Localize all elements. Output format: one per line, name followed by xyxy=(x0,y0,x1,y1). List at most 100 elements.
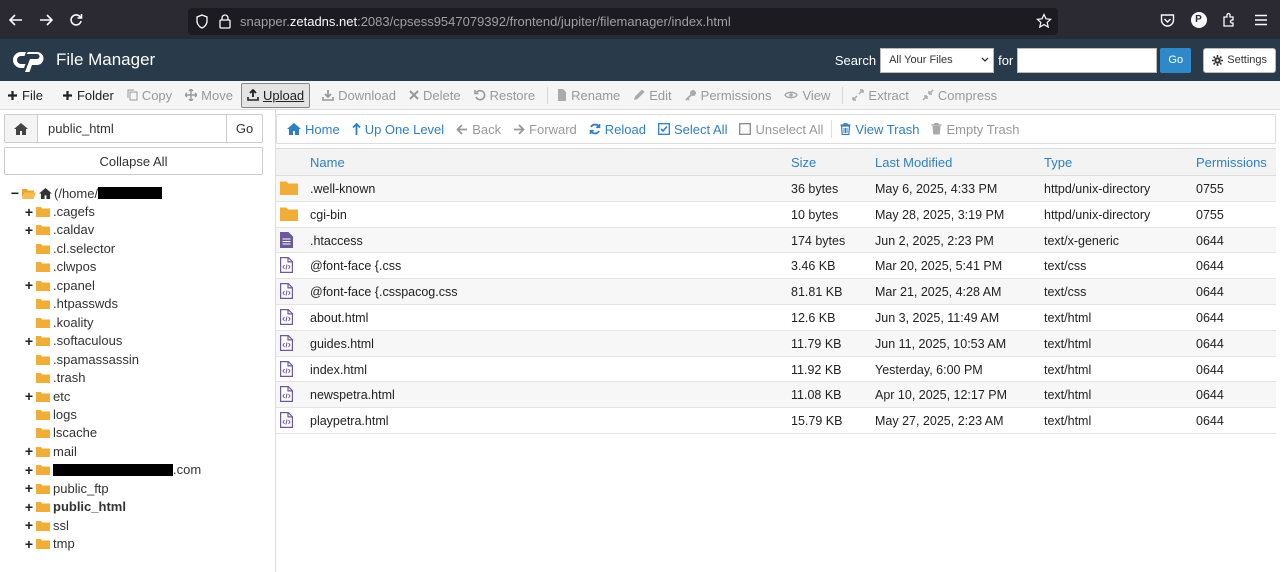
restore-button[interactable]: Restore xyxy=(469,83,541,108)
rename-button[interactable]: Rename xyxy=(552,83,625,108)
tree-item[interactable]: .clwpos xyxy=(24,258,96,276)
column-header-type[interactable]: Type xyxy=(1044,155,1072,170)
file-name[interactable]: about.html xyxy=(310,311,368,325)
collapse-all-button[interactable]: Collapse All xyxy=(4,147,263,175)
table-row[interactable]: guides.html 11.79 KB Jun 11, 2025, 10:53 A… xyxy=(276,330,1276,357)
compress-button[interactable]: Compress xyxy=(917,83,1002,108)
tree-item[interactable]: + tmp xyxy=(24,535,75,553)
new-file-button[interactable]: File xyxy=(2,83,48,108)
select-all-button[interactable]: Select All xyxy=(652,115,733,143)
view-trash-button[interactable]: View Trash xyxy=(834,115,925,143)
menu-icon[interactable] xyxy=(1245,14,1276,26)
tree-item[interactable]: + .softaculous xyxy=(24,332,122,350)
tree-item[interactable]: + .cpanel xyxy=(24,276,95,294)
expand-toggle[interactable]: + xyxy=(24,222,34,238)
table-row[interactable]: .htaccess 174 bytes Jun 2, 2025, 2:23 PM te… xyxy=(276,227,1276,254)
empty-trash-button[interactable]: Empty Trash xyxy=(925,115,1025,143)
folder-icon xyxy=(36,520,50,531)
file-name[interactable]: newspetra.html xyxy=(310,388,395,402)
view-button[interactable]: View xyxy=(779,83,835,108)
upload-button[interactable]: Upload xyxy=(240,82,311,108)
column-header-size[interactable]: Size xyxy=(791,155,816,170)
forward-button[interactable]: Forward xyxy=(507,115,583,143)
file-name[interactable]: .well-known xyxy=(310,182,375,196)
up-one-level-button[interactable]: Up One Level xyxy=(346,115,451,143)
tree-item[interactable]: + .cagefs xyxy=(24,203,95,221)
expand-toggle[interactable]: + xyxy=(24,536,34,552)
tree-item[interactable]: .spamassassin xyxy=(24,350,139,368)
file-name[interactable]: playpetra.html xyxy=(310,414,389,428)
tree-item[interactable]: + .caldav xyxy=(24,221,94,239)
expand-toggle[interactable]: + xyxy=(24,462,34,478)
path-go-button[interactable]: Go xyxy=(226,115,262,142)
forward-arrow-icon[interactable] xyxy=(36,10,56,30)
column-header-modified[interactable]: Last Modified xyxy=(875,155,952,170)
file-name[interactable]: .htaccess xyxy=(310,234,363,248)
file-name[interactable]: guides.html xyxy=(310,337,374,351)
extensions-icon[interactable] xyxy=(1214,12,1245,27)
table-row[interactable]: playpetra.html 15.79 KB May 27, 2025, 2:23… xyxy=(276,408,1276,434)
search-scope-select[interactable]: All Your Files xyxy=(880,47,995,73)
tree-item[interactable]: .trash xyxy=(24,369,86,387)
expand-toggle[interactable]: + xyxy=(24,388,34,404)
tree-item[interactable]: lscache xyxy=(24,424,97,442)
file-name[interactable]: index.html xyxy=(310,363,367,377)
search-input[interactable] xyxy=(1017,47,1158,73)
table-row[interactable]: about.html 12.6 KB Jun 3, 2025, 11:49 AM te… xyxy=(276,305,1276,331)
profile-avatar[interactable]: P xyxy=(1183,11,1214,28)
file-name[interactable]: cgi-bin xyxy=(310,208,347,222)
cpanel-logo[interactable]: File Manager xyxy=(12,48,155,72)
edit-button[interactable]: Edit xyxy=(628,83,676,108)
expand-toggle[interactable]: + xyxy=(24,443,34,459)
unselect-all-button[interactable]: Unselect All xyxy=(733,115,829,143)
settings-button[interactable]: Settings xyxy=(1203,47,1276,73)
collapse-toggle[interactable]: − xyxy=(10,185,20,201)
table-row[interactable]: @font-face {.csspacog.css 81.81 KB Mar 21,… xyxy=(276,279,1276,305)
table-row[interactable]: .well-known 36 bytes May 6, 2025, 4:33 PM h… xyxy=(276,176,1276,202)
extract-button[interactable]: Extract xyxy=(847,83,913,108)
new-folder-button[interactable]: Folder xyxy=(57,83,119,108)
reload-icon[interactable] xyxy=(66,10,86,30)
expand-toggle[interactable]: + xyxy=(24,480,34,496)
bookmark-star-icon[interactable] xyxy=(1036,13,1052,29)
tree-item[interactable]: + etc xyxy=(24,387,70,405)
table-row[interactable]: index.html 11.92 KB Yesterday, 6:00 PM text… xyxy=(276,357,1276,383)
tree-item[interactable]: + public_ftp xyxy=(24,479,109,497)
delete-button[interactable]: Delete xyxy=(404,83,466,108)
table-row[interactable]: cgi-bin 10 bytes May 28, 2025, 3:19 PM http… xyxy=(276,202,1276,228)
expand-toggle[interactable]: + xyxy=(24,277,34,293)
path-input[interactable]: public_html xyxy=(38,115,226,142)
table-row[interactable]: @font-face {.css 3.46 KB Mar 20, 2025, 5:4… xyxy=(276,253,1276,280)
tree-item[interactable]: .koality xyxy=(24,313,93,331)
pocket-icon[interactable] xyxy=(1152,13,1183,27)
address-bar[interactable]: snapper.zetadns.net:2083/cpsess954707939… xyxy=(188,8,1058,35)
tree-item[interactable]: + public_html xyxy=(24,498,126,516)
expand-toggle[interactable]: + xyxy=(24,333,34,349)
tree-item[interactable]: + ssl xyxy=(24,516,69,534)
tree-item[interactable]: .cl.selector xyxy=(24,239,115,257)
expand-toggle[interactable]: + xyxy=(24,517,34,533)
tree-item[interactable]: logs xyxy=(24,405,77,423)
home-button[interactable] xyxy=(5,115,38,142)
reload-button[interactable]: Reload xyxy=(583,115,652,143)
back-arrow-icon[interactable] xyxy=(6,10,26,30)
expand-toggle[interactable]: + xyxy=(24,499,34,515)
permissions-button[interactable]: Permissions xyxy=(680,83,777,108)
expand-toggle[interactable]: + xyxy=(24,204,34,220)
tree-item[interactable]: + mail xyxy=(24,442,77,460)
file-name[interactable]: @font-face {.css xyxy=(310,259,401,273)
copy-button[interactable]: Copy xyxy=(122,83,177,108)
search-go-button[interactable]: Go xyxy=(1160,47,1192,73)
move-button[interactable]: Move xyxy=(180,83,238,108)
tree-item[interactable]: .htpasswds xyxy=(24,295,118,313)
tree-root[interactable]: − (/home/ xyxy=(10,184,163,202)
table-row[interactable]: newspetra.html 11.08 KB Apr 10, 2025, 12:1… xyxy=(276,382,1276,409)
file-name[interactable]: @font-face {.csspacog.css xyxy=(310,285,457,299)
back-button[interactable]: Back xyxy=(450,115,507,143)
column-header-permissions[interactable]: Permissions xyxy=(1196,155,1267,170)
tree-item[interactable]: + .com xyxy=(24,461,201,479)
column-header-name[interactable]: Name xyxy=(310,155,345,170)
download-button[interactable]: Download xyxy=(317,83,401,108)
tree-item-label: public_ftp xyxy=(53,480,109,496)
nav-home-button[interactable]: Home xyxy=(281,115,346,143)
